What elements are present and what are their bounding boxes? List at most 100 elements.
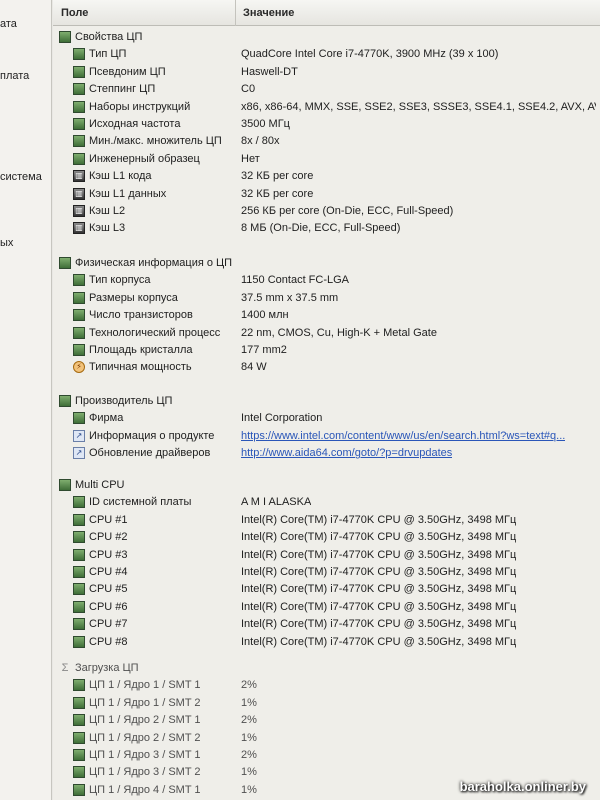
list-item[interactable]: ЦП 1 / Ядро 3 / SMT 1 2% — [53, 747, 600, 764]
field-value: 2% — [241, 714, 257, 727]
list-item[interactable]: CPU #2 Intel(R) Core(TM) i7-4770K CPU @ 3… — [53, 529, 600, 546]
group-title: Физическая информация о ЦП — [75, 257, 233, 269]
group-icon — [59, 479, 71, 491]
list-item[interactable]: ▥ Кэш L2 256 КБ per core (On-Die, ECC, Ful… — [53, 203, 600, 220]
navigation-pane[interactable]: ата плата система ых — [0, 0, 52, 800]
field-label: CPU #8 — [89, 635, 128, 648]
field-value: Intel(R) Core(TM) i7-4770K CPU @ 3.50GHz… — [241, 583, 517, 596]
list-item[interactable]: CPU #6 Intel(R) Core(TM) i7-4770K CPU @ 3… — [53, 599, 600, 616]
column-header-field[interactable]: Поле — [61, 7, 88, 19]
group-row[interactable]: Σ Загрузка ЦП — [53, 660, 600, 677]
list-item[interactable]: ↗ Информация о продукте https://www.intel.… — [53, 428, 600, 445]
nav-item[interactable]: ата — [0, 18, 17, 30]
list-item[interactable]: Площадь кристалла 177 mm2 — [53, 342, 600, 359]
chip-icon: ▥ — [73, 170, 85, 183]
group-row[interactable]: Производитель ЦП — [53, 393, 600, 410]
field-value: C0 — [241, 83, 256, 96]
field-label: Инженерный образец — [89, 152, 200, 165]
link-icon: ↗ — [73, 447, 85, 460]
green-square-icon — [73, 679, 85, 692]
field-label: CPU #1 — [89, 513, 128, 526]
field-value: Нет — [241, 152, 260, 165]
green-square-icon — [73, 783, 85, 796]
list-item[interactable]: Размеры корпуса 37.5 mm x 37.5 mm — [53, 290, 600, 307]
group-title: Загрузка ЦП — [75, 662, 139, 674]
field-label: Тип ЦП — [89, 48, 127, 61]
green-square-icon — [73, 48, 85, 61]
green-square-icon — [73, 65, 85, 78]
nav-item[interactable]: система — [0, 171, 42, 183]
list-item[interactable]: ID системной платы A M I ALASKA — [53, 494, 600, 511]
field-value: Intel(R) Core(TM) i7-4770K CPU @ 3.50GHz… — [241, 531, 517, 544]
field-value: Intel Corporation — [241, 412, 323, 425]
field-label: ЦП 1 / Ядро 2 / SMT 2 — [89, 731, 201, 744]
nav-item[interactable]: плата — [0, 70, 29, 82]
column-header-value[interactable]: Значение — [243, 7, 294, 19]
list-item[interactable]: CPU #8 Intel(R) Core(TM) i7-4770K CPU @ 3… — [53, 634, 600, 651]
green-square-icon — [73, 513, 85, 526]
list-item[interactable]: Мин./макс. множитель ЦП 8x / 80x — [53, 133, 600, 150]
list-item[interactable]: CPU #1 Intel(R) Core(TM) i7-4770K CPU @ 3… — [53, 512, 600, 529]
list-item[interactable]: Тип ЦП QuadCore Intel Core i7-4770K, 3900… — [53, 46, 600, 63]
list-item[interactable]: Степпинг ЦП C0 — [53, 81, 600, 98]
field-label: Число транзисторов — [89, 309, 193, 322]
list-item[interactable]: ▥ Кэш L3 8 МБ (On-Die, ECC, Full-Speed) — [53, 220, 600, 237]
field-value: 1% — [241, 696, 257, 709]
list-item[interactable]: CPU #3 Intel(R) Core(TM) i7-4770K CPU @ 3… — [53, 547, 600, 564]
list-item[interactable]: Псевдоним ЦП Haswell-DT — [53, 64, 600, 81]
list-item[interactable]: Инженерный образец Нет — [53, 151, 600, 168]
list-item[interactable]: ▥ Кэш L1 данных 32 КБ per core — [53, 186, 600, 203]
field-label: Фирма — [89, 412, 124, 425]
list-item[interactable]: Фирма Intel Corporation — [53, 410, 600, 427]
value-link[interactable]: https://www.intel.com/content/www/us/en/… — [241, 430, 565, 442]
chip-icon: ▥ — [73, 187, 85, 200]
field-label: ЦП 1 / Ядро 3 / SMT 1 — [89, 749, 201, 761]
nav-item[interactable]: ых — [0, 237, 13, 249]
list-item[interactable]: Технологический процесс 22 nm, CMOS, Cu, … — [53, 325, 600, 342]
field-value: x86, x86-64, MMX, SSE, SSE2, SSE3, SSSE3… — [241, 100, 596, 113]
list-item[interactable]: Исходная частота 3500 МГц — [53, 116, 600, 133]
details-list: Поле Значение Свойства ЦП Тип ЦП QuadCore … — [53, 0, 600, 800]
list-item[interactable]: CPU #4 Intel(R) Core(TM) i7-4770K CPU @ 3… — [53, 564, 600, 581]
field-value: 37.5 mm x 37.5 mm — [241, 291, 339, 304]
list-item[interactable]: ЦП 1 / Ядро 2 / SMT 1 2% — [53, 712, 600, 729]
group-row[interactable]: Физическая информация о ЦП — [53, 255, 600, 272]
field-value: Intel(R) Core(TM) i7-4770K CPU @ 3.50GHz… — [241, 513, 517, 526]
field-label: Кэш L1 данных — [89, 187, 167, 200]
field-value: 1% — [241, 783, 257, 796]
list-item[interactable]: ЦП 1 / Ядро 2 / SMT 2 1% — [53, 730, 600, 747]
field-label: CPU #7 — [89, 618, 128, 631]
field-label: Псевдоним ЦП — [89, 65, 166, 78]
list-item[interactable]: ЦП 1 / Ядро 1 / SMT 1 2% — [53, 677, 600, 694]
field-label: Кэш L3 — [89, 222, 126, 235]
list-item[interactable]: Число транзисторов 1400 млн — [53, 307, 600, 324]
green-square-icon — [73, 135, 85, 148]
column-divider[interactable] — [235, 0, 236, 26]
green-square-icon — [73, 412, 85, 425]
field-value: 22 nm, CMOS, Cu, High-K + Metal Gate — [241, 326, 437, 339]
field-label: CPU #4 — [89, 566, 128, 578]
list-item[interactable]: Наборы инструкций x86, x86-64, MMX, SSE, … — [53, 99, 600, 116]
list-item[interactable]: Тип корпуса 1150 Contact FC-LGA — [53, 272, 600, 289]
list-item[interactable]: ▥ Кэш L1 кода 32 КБ per core — [53, 168, 600, 185]
list-item[interactable]: ⚡ Типичная мощность 84 W — [53, 359, 600, 376]
group-icon — [59, 395, 71, 407]
field-label: CPU #6 — [89, 600, 128, 613]
group-row[interactable]: Multi CPU — [53, 477, 600, 494]
chip-icon: ▥ — [73, 205, 85, 217]
group-row[interactable]: Свойства ЦП — [53, 29, 600, 46]
field-value: 1400 млн — [241, 309, 289, 322]
list-item[interactable]: ↗ Обновление драйверов http://www.aida64.c… — [53, 445, 600, 462]
list-item[interactable]: ЦП 1 / Ядро 1 / SMT 2 1% — [53, 695, 600, 712]
group-icon — [59, 257, 71, 269]
green-square-icon — [73, 618, 85, 631]
field-label: ЦП 1 / Ядро 3 / SMT 2 — [89, 766, 201, 779]
green-square-icon — [73, 714, 85, 727]
list-item[interactable]: CPU #5 Intel(R) Core(TM) i7-4770K CPU @ 3… — [53, 581, 600, 598]
list-item[interactable]: CPU #7 Intel(R) Core(TM) i7-4770K CPU @ 3… — [53, 616, 600, 633]
green-square-icon — [73, 496, 85, 509]
watermark: baraholka.onliner.by — [459, 779, 586, 794]
group-title: Multi CPU — [75, 479, 125, 491]
green-square-icon — [73, 731, 85, 744]
value-link[interactable]: http://www.aida64.com/goto/?p=drvupdates — [241, 447, 452, 459]
